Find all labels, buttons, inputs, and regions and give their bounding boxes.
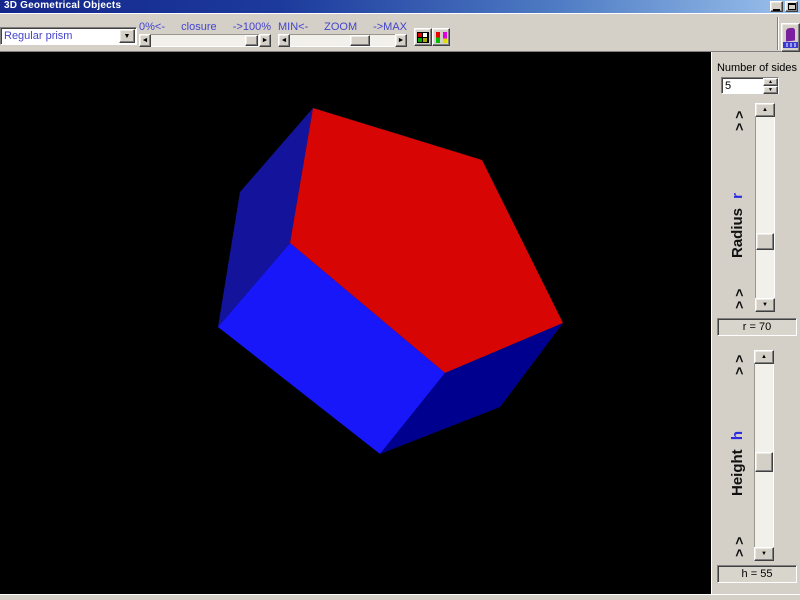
number-of-sides-spinner[interactable]: 5 ▲ ▼: [721, 77, 779, 94]
closure-100-label: ->100%: [232, 21, 271, 33]
exit-door-icon: [786, 27, 795, 41]
spin-up-icon[interactable]: ▲: [763, 78, 778, 86]
height-chevrons-bottom: >>: [731, 532, 747, 558]
closure-scrollbar-thumb[interactable]: [245, 35, 258, 46]
color-bars-icon: [435, 31, 447, 43]
zoom-scrollbar-track[interactable]: [290, 34, 395, 47]
display-colors-button[interactable]: [414, 28, 432, 46]
zoom-scrollbar-thumb[interactable]: [350, 35, 370, 46]
height-readout: h = 55: [717, 565, 797, 583]
zoom-max-label: ->MAX: [373, 21, 407, 33]
number-of-sides-label: Number of sides: [716, 62, 798, 74]
closure-labels: 0%<- closure ->100%: [139, 21, 271, 33]
minimize-icon: [773, 8, 780, 11]
closure-label: closure: [181, 21, 217, 33]
height-scrollbar-track[interactable]: [754, 364, 774, 547]
render-viewport[interactable]: [0, 52, 711, 594]
radius-scrollbar-track[interactable]: [755, 117, 775, 298]
radius-chevrons-bottom: >>: [731, 284, 747, 310]
shape-select[interactable]: Regular prism ▼: [0, 27, 137, 45]
window-title: 3D Geometrical Objects: [4, 0, 122, 11]
scroll-down-icon[interactable]: ▼: [755, 298, 775, 312]
scroll-up-icon[interactable]: ▲: [754, 350, 774, 364]
maximize-button[interactable]: [785, 1, 798, 12]
closure-scrollbar-track[interactable]: [151, 34, 259, 47]
zoom-min-label: MIN<-: [278, 21, 309, 33]
closure-0-label: 0%<-: [139, 21, 165, 33]
exit-bricks-icon: [783, 41, 798, 48]
maximize-icon: [787, 3, 796, 10]
toolbar-separator: [777, 17, 779, 50]
app-window: 3D Geometrical Objects Regular prism ▼ 0…: [0, 0, 800, 600]
radius-scrollbar[interactable]: ▲ ▼: [755, 103, 775, 312]
zoom-label: ZOOM: [324, 21, 358, 33]
minimize-button[interactable]: [770, 1, 783, 12]
toolbar: Regular prism ▼ 0%<- closure ->100% ◄ ► …: [0, 13, 800, 52]
scene-svg[interactable]: [0, 52, 711, 594]
number-of-sides-value: 5: [725, 80, 732, 92]
scroll-left-icon[interactable]: ◄: [278, 34, 290, 47]
palette-bars-button[interactable]: [432, 28, 450, 46]
height-label: Height h: [729, 430, 746, 496]
scroll-right-icon[interactable]: ►: [395, 34, 407, 47]
zoom-labels: MIN<- ZOOM ->MAX: [278, 21, 407, 33]
radius-readout: r = 70: [717, 318, 797, 336]
scroll-left-icon[interactable]: ◄: [139, 34, 151, 47]
spin-down-icon[interactable]: ▼: [763, 86, 778, 94]
scroll-down-icon[interactable]: ▼: [754, 547, 774, 561]
closure-scrollbar[interactable]: ◄ ►: [139, 34, 271, 47]
radius-symbol: r: [729, 192, 746, 199]
scroll-up-icon[interactable]: ▲: [755, 103, 775, 117]
control-panel: Number of sides 5 ▲ ▼ >> Radius r >> ▲ ▼…: [711, 52, 800, 594]
height-scrollbar-thumb[interactable]: [755, 452, 773, 472]
height-symbol: h: [729, 430, 746, 440]
height-chevrons-top: >>: [731, 350, 747, 376]
window-bottom-edge: [0, 594, 800, 600]
radius-scrollbar-thumb[interactable]: [756, 233, 774, 250]
height-scrollbar[interactable]: ▲ ▼: [754, 350, 774, 561]
title-bar: 3D Geometrical Objects: [0, 0, 800, 13]
scroll-right-icon[interactable]: ►: [259, 34, 271, 47]
chevron-down-icon[interactable]: ▼: [119, 29, 135, 43]
exit-button[interactable]: [781, 23, 800, 52]
shape-select-value: Regular prism: [4, 30, 73, 42]
display-colors-icon: [417, 31, 429, 43]
zoom-scrollbar[interactable]: ◄ ►: [278, 34, 407, 47]
radius-chevrons-top: >>: [731, 106, 747, 132]
